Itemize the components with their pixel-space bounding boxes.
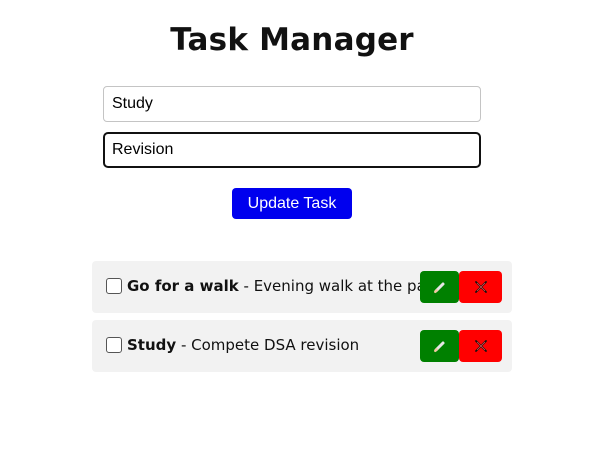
task-manager-page: Task Manager Update Task Go for a walk -…	[0, 0, 609, 460]
task-description: Evening walk at the park	[253, 277, 441, 295]
task-separator: -	[176, 336, 192, 354]
task-row: Go for a walk - Evening walk at the park	[92, 261, 512, 313]
pencil-icon	[433, 339, 447, 353]
page-title: Task Manager	[170, 22, 414, 58]
task-checkbox[interactable]	[106, 337, 122, 353]
task-list: Go for a walk - Evening walk at the park	[92, 261, 512, 379]
task-description-input[interactable]	[103, 132, 481, 168]
update-task-button[interactable]: Update Task	[232, 188, 352, 219]
task-title: Go for a walk	[127, 277, 239, 295]
task-separator: -	[238, 277, 254, 295]
delete-task-button[interactable]	[459, 330, 502, 362]
task-row: Study - Compete DSA revision	[92, 320, 512, 372]
task-description: Compete DSA revision	[191, 336, 360, 354]
cross-icon	[473, 338, 489, 354]
task-title: Study	[127, 336, 177, 354]
edit-task-button[interactable]	[420, 330, 459, 362]
task-text: Go for a walk - Evening walk at the park	[127, 277, 441, 295]
pencil-icon	[433, 280, 447, 294]
task-checkbox[interactable]	[106, 278, 122, 294]
delete-task-button[interactable]	[459, 271, 502, 303]
task-text: Study - Compete DSA revision	[127, 336, 359, 354]
cross-icon	[473, 279, 489, 295]
edit-task-button[interactable]	[420, 271, 459, 303]
task-title-input[interactable]	[103, 86, 481, 122]
